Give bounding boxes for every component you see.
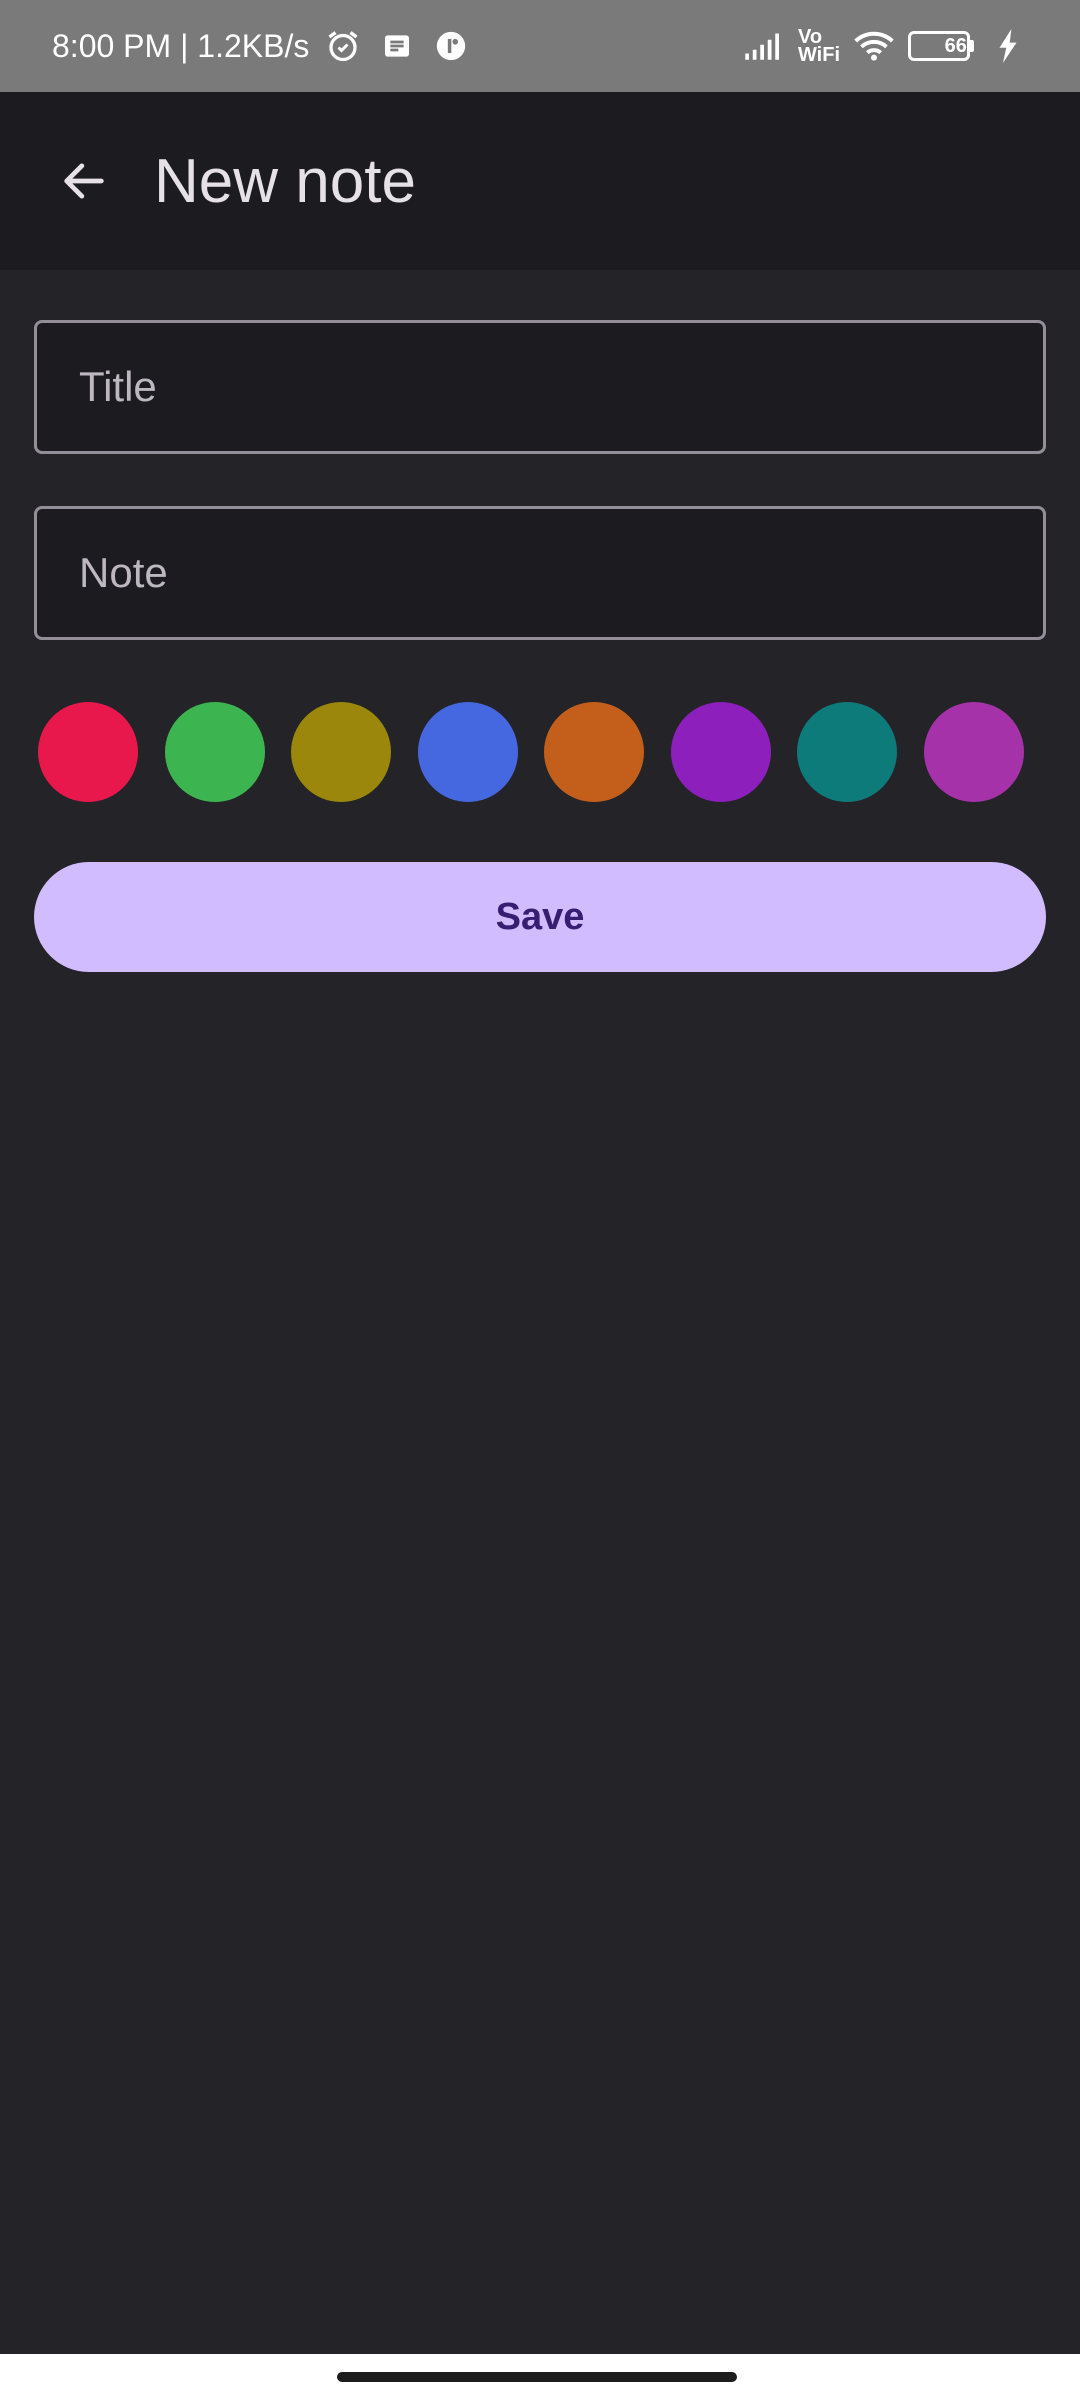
message-icon <box>377 26 417 66</box>
wifi-icon <box>854 26 894 66</box>
save-button[interactable]: Save <box>34 862 1046 972</box>
battery-nub <box>970 40 974 52</box>
color-swatch-green[interactable] <box>165 702 265 802</box>
color-swatch-olive[interactable] <box>291 702 391 802</box>
battery-level: 66 <box>944 34 967 57</box>
vowifi-bottom: WiFi <box>797 44 840 66</box>
battery-icon: 66 <box>908 31 974 61</box>
color-picker <box>38 702 1038 802</box>
gesture-handle[interactable] <box>337 2372 737 2382</box>
signal-icon <box>744 26 784 66</box>
alarm-icon <box>323 26 363 66</box>
status-time-speed: 8:00 PM | 1.2KB/s <box>52 27 310 64</box>
arrow-back-icon <box>64 163 104 199</box>
color-swatch-teal[interactable] <box>797 702 897 802</box>
charging-icon <box>988 26 1028 66</box>
app-notification-icon <box>431 26 471 66</box>
note-placeholder: Note <box>79 549 168 596</box>
status-bar: 8:00 PM | 1.2KB/s Vo WiFi 66 <box>0 0 1080 92</box>
title-input[interactable]: Title <box>34 320 1046 454</box>
color-swatch-magenta[interactable] <box>924 702 1024 802</box>
color-swatch-purple[interactable] <box>671 702 771 802</box>
app-bar: New note <box>0 92 1080 270</box>
color-swatch-orange[interactable] <box>544 702 644 802</box>
save-label: Save <box>495 895 585 938</box>
navigation-bar <box>0 2354 1080 2400</box>
vowifi-icon: Vo WiFi <box>797 27 840 66</box>
title-placeholder: Title <box>79 363 157 410</box>
status-left: 8:00 PM | 1.2KB/s <box>52 26 471 66</box>
page-title: New note <box>154 146 416 216</box>
note-input[interactable]: Note <box>34 506 1046 640</box>
color-swatch-blue[interactable] <box>418 702 518 802</box>
color-swatch-red[interactable] <box>38 702 138 802</box>
battery-body: 66 <box>908 31 970 61</box>
status-right: Vo WiFi 66 <box>744 26 1028 66</box>
back-button[interactable] <box>34 131 134 231</box>
